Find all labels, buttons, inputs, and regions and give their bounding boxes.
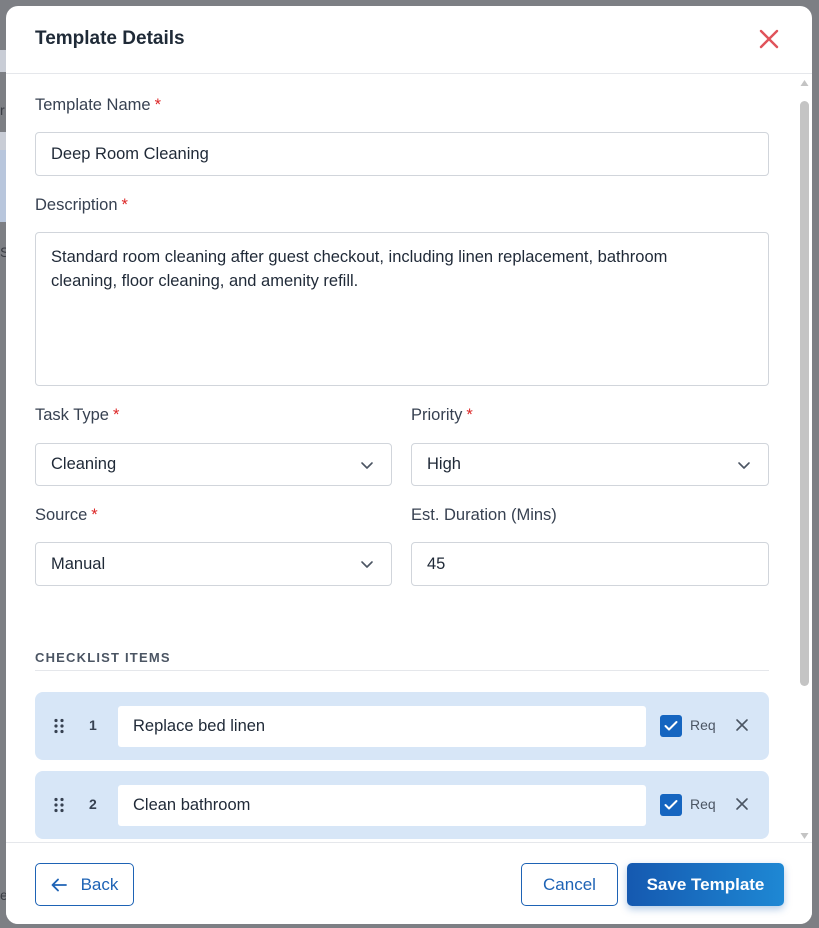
chevron-down-icon bbox=[361, 561, 373, 568]
priority-select[interactable]: High bbox=[411, 443, 769, 486]
checklist-item: 1 Replace bed linen Req bbox=[35, 692, 769, 760]
chevron-down-icon bbox=[361, 461, 373, 469]
required-checkbox[interactable] bbox=[660, 715, 682, 737]
modal-body[interactable]: Template Name * Deep Room Cleaning Descri… bbox=[6, 74, 812, 842]
drag-handle-icon[interactable] bbox=[53, 718, 65, 734]
description-value: Standard room cleaning after guest check… bbox=[51, 248, 668, 290]
required-checkbox[interactable] bbox=[660, 794, 682, 816]
required-label: Req bbox=[690, 717, 716, 733]
description-textarea[interactable]: Standard room cleaning after guest check… bbox=[35, 232, 769, 386]
checklist-item-input[interactable]: Replace bed linen bbox=[118, 706, 646, 747]
template-name-label: Template Name * bbox=[35, 96, 161, 115]
task-type-label-text: Task Type bbox=[35, 406, 109, 424]
priority-value: High bbox=[427, 455, 461, 473]
template-name-value: Deep Room Cleaning bbox=[51, 144, 209, 163]
checklist-item-text: Replace bed linen bbox=[133, 717, 266, 735]
task-type-label: Task Type * bbox=[35, 406, 119, 425]
close-icon bbox=[759, 29, 779, 49]
template-name-label-text: Template Name bbox=[35, 96, 151, 114]
drag-handle-icon[interactable] bbox=[53, 797, 65, 813]
source-select[interactable]: Manual bbox=[35, 542, 392, 586]
priority-label-text: Priority bbox=[411, 406, 463, 424]
cancel-button[interactable]: Cancel bbox=[521, 863, 618, 906]
remove-item-icon[interactable] bbox=[735, 718, 749, 732]
task-type-select[interactable]: Cleaning bbox=[35, 443, 392, 486]
close-button[interactable] bbox=[756, 26, 782, 52]
priority-label: Priority * bbox=[411, 406, 473, 425]
template-name-input[interactable]: Deep Room Cleaning bbox=[35, 132, 769, 176]
scroll-up-arrow-icon[interactable] bbox=[800, 79, 809, 87]
required-marker: * bbox=[121, 196, 128, 214]
check-icon bbox=[664, 721, 678, 731]
modal-title: Template Details bbox=[35, 28, 185, 49]
checklist-item-number: 2 bbox=[89, 796, 97, 812]
save-template-button[interactable]: Save Template bbox=[627, 863, 784, 906]
cancel-button-label: Cancel bbox=[543, 874, 596, 894]
required-marker: * bbox=[154, 96, 161, 114]
required-marker: * bbox=[466, 406, 473, 424]
checklist-item-text: Clean bathroom bbox=[133, 796, 251, 814]
template-details-modal: Template Details Template Name * Deep Roo… bbox=[6, 6, 812, 924]
back-button[interactable]: Back bbox=[35, 863, 134, 906]
est-duration-label: Est. Duration (Mins) bbox=[411, 506, 557, 524]
checklist-item-number: 1 bbox=[89, 717, 97, 733]
chevron-down-icon bbox=[738, 461, 750, 469]
description-label: Description * bbox=[35, 196, 128, 215]
scroll-down-arrow-icon[interactable] bbox=[800, 832, 809, 840]
save-template-button-label: Save Template bbox=[646, 874, 765, 894]
est-duration-value: 45 bbox=[427, 554, 446, 573]
section-divider bbox=[35, 670, 769, 671]
required-marker: * bbox=[112, 406, 120, 424]
source-label: Source * bbox=[35, 506, 98, 525]
remove-item-icon[interactable] bbox=[735, 797, 749, 811]
task-type-value: Cleaning bbox=[51, 455, 117, 473]
modal-header: Template Details bbox=[6, 6, 812, 74]
scrollbar-thumb[interactable] bbox=[800, 101, 809, 686]
est-duration-input[interactable]: 45 bbox=[411, 542, 769, 586]
modal-footer: Back Cancel Save Template bbox=[6, 842, 812, 924]
checklist-item: 2 Clean bathroom Req bbox=[35, 771, 769, 839]
check-icon bbox=[664, 800, 678, 810]
checklist-item-input[interactable]: Clean bathroom bbox=[118, 785, 646, 826]
description-label-text: Description bbox=[35, 196, 118, 214]
arrow-left-icon bbox=[51, 878, 67, 891]
checklist-section-title: CHECKLIST ITEMS bbox=[35, 650, 171, 665]
back-button-label: Back bbox=[80, 874, 119, 894]
required-label: Req bbox=[690, 796, 716, 812]
required-marker: * bbox=[91, 506, 98, 524]
background-text: r bbox=[0, 102, 5, 118]
source-label-text: Source bbox=[35, 506, 88, 524]
source-value: Manual bbox=[51, 554, 106, 573]
